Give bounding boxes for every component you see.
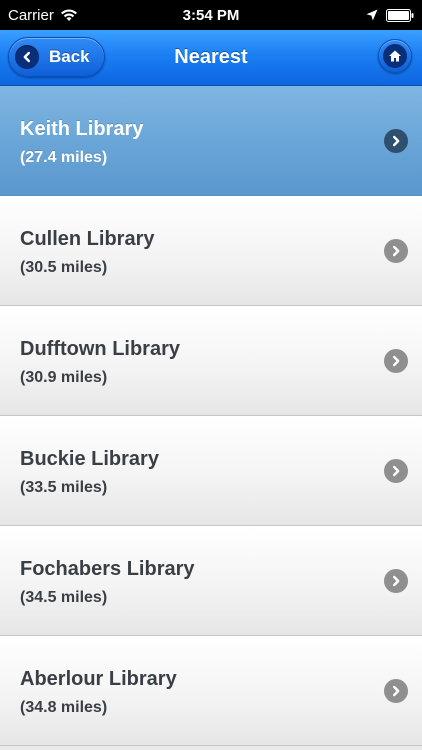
chevron-right-icon[interactable] bbox=[384, 569, 408, 593]
list-item-aberlour-library[interactable]: Aberlour Library (34.8 miles) bbox=[0, 636, 422, 746]
library-name: Aberlour Library bbox=[20, 668, 177, 690]
library-distance: (33.5 miles) bbox=[20, 479, 108, 496]
list-item-fochabers-library[interactable]: Fochabers Library (34.5 miles) bbox=[0, 526, 422, 636]
list-item-buckie-library[interactable]: Buckie Library (33.5 miles) bbox=[0, 416, 422, 526]
chevron-right-icon[interactable] bbox=[384, 239, 408, 263]
list-item-cullen-library[interactable]: Cullen Library (30.5 miles) bbox=[0, 196, 422, 306]
chevron-left-icon bbox=[15, 45, 39, 69]
library-name: Fochabers Library bbox=[20, 558, 195, 580]
library-name: Cullen Library bbox=[20, 228, 155, 250]
chevron-right-icon[interactable] bbox=[384, 679, 408, 703]
navigation-bar: Nearest Back bbox=[0, 30, 422, 86]
chevron-right-icon[interactable] bbox=[384, 349, 408, 373]
status-left: Carrier bbox=[8, 7, 148, 24]
location-icon bbox=[366, 9, 378, 21]
home-button[interactable] bbox=[378, 39, 412, 73]
list-item-dufftown-library[interactable]: Dufftown Library (30.9 miles) bbox=[0, 306, 422, 416]
chevron-right-icon[interactable] bbox=[384, 129, 408, 153]
library-name: Buckie Library bbox=[20, 448, 159, 470]
status-right bbox=[274, 8, 414, 22]
carrier-label: Carrier bbox=[8, 6, 54, 24]
status-time: 3:54 PM bbox=[182, 6, 240, 24]
library-distance: (30.9 miles) bbox=[20, 369, 108, 386]
battery-icon bbox=[386, 8, 414, 22]
library-name: Dufftown Library bbox=[20, 338, 180, 360]
back-button-label: Back bbox=[49, 47, 90, 66]
list-item-keith-library[interactable]: Keith Library (27.4 miles) bbox=[0, 86, 422, 196]
home-icon bbox=[383, 44, 407, 68]
library-distance: (34.8 miles) bbox=[20, 699, 108, 716]
wifi-icon bbox=[60, 8, 78, 22]
library-distance: (27.4 miles) bbox=[20, 149, 108, 166]
back-button[interactable]: Back bbox=[8, 37, 105, 77]
library-distance: (34.5 miles) bbox=[20, 589, 108, 606]
chevron-right-icon[interactable] bbox=[384, 459, 408, 483]
library-distance: (30.5 miles) bbox=[20, 259, 108, 276]
library-list: Keith Library (27.4 miles) Cullen Librar… bbox=[0, 86, 422, 746]
status-bar: Carrier 3:54 PM bbox=[0, 0, 422, 30]
library-name: Keith Library bbox=[20, 118, 144, 140]
